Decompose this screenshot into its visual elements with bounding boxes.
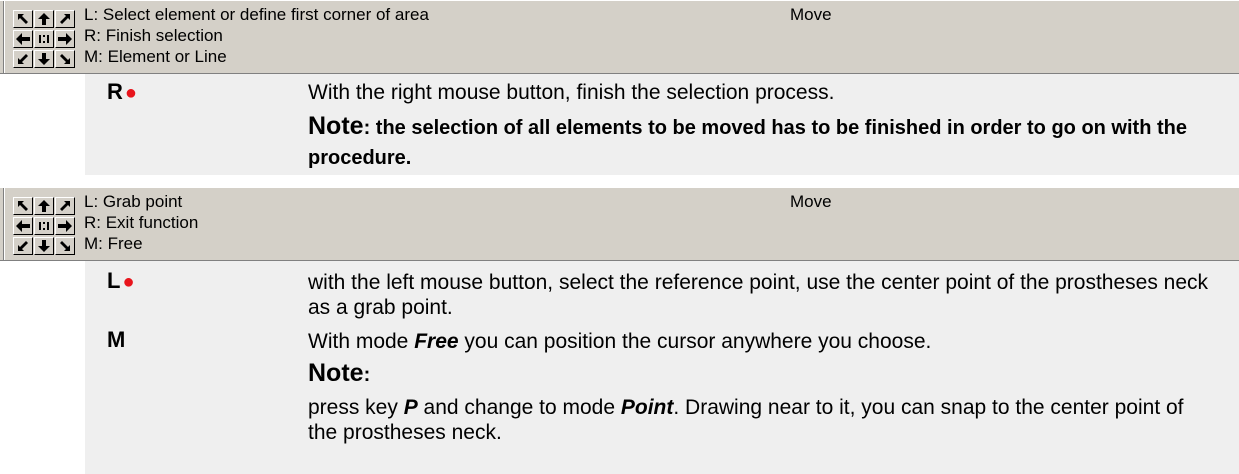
arrow-left-icon[interactable] [13, 217, 33, 235]
arrow-up-right-icon[interactable] [55, 10, 75, 28]
step-r-text: With the right mouse button, finish the … [308, 81, 835, 104]
toolbar-edge-highlight [4, 188, 5, 260]
step-key-l: L ● [107, 268, 135, 294]
arrow-up-left-icon[interactable] [13, 197, 33, 215]
mode-point: Point [620, 396, 674, 419]
arrow-down-icon[interactable] [34, 50, 54, 68]
step-key-m: M [107, 327, 125, 353]
arrow-up-right-icon[interactable] [55, 197, 75, 215]
hint-right: R: Exit function [84, 213, 199, 232]
center-icon[interactable] [34, 217, 54, 235]
arrow-up-icon[interactable] [34, 10, 54, 28]
arrow-right-icon[interactable] [55, 30, 75, 48]
mode-free: Free [414, 330, 459, 353]
text-after: you can position the cursor anywhere you… [458, 330, 932, 353]
toolbar-title: Move [790, 192, 832, 211]
arrow-down-right-icon[interactable] [55, 237, 75, 255]
move-toolbar-2: L: Grab point R: Exit function M: Free M… [0, 187, 1239, 261]
step-m-note-head: Note: [308, 358, 1218, 390]
hint-left: L: Grab point [84, 192, 183, 211]
note-label: Note [308, 112, 364, 140]
arrow-right-icon[interactable] [55, 217, 75, 235]
key-letter: L [107, 268, 121, 293]
arrow-up-icon[interactable] [34, 197, 54, 215]
key-letter: R [107, 79, 123, 104]
toolbar-edge-highlight [4, 1, 5, 73]
move-toolbar-1: L: Select element or define first corner… [0, 0, 1239, 74]
step-r-note: Note: the selection of all elements to b… [308, 111, 1218, 173]
hint-middle: M: Element or Line [84, 47, 227, 66]
arrow-down-icon[interactable] [34, 237, 54, 255]
arrow-up-left-icon[interactable] [13, 10, 33, 28]
hint-middle: M: Free [84, 234, 143, 253]
arrow-left-icon[interactable] [13, 30, 33, 48]
step-m-note-text: press key P and change to mode Point. Dr… [308, 395, 1218, 445]
step-key-r: R ● [107, 79, 137, 105]
hint-left: L: Select element or define first corner… [84, 5, 429, 24]
arrow-down-right-icon[interactable] [55, 50, 75, 68]
press-before: press key [308, 396, 404, 419]
step-m-text: With mode Free you can position the curs… [308, 329, 1218, 354]
hint-right: R: Finish selection [84, 26, 223, 45]
direction-pad [13, 10, 76, 68]
bullet-icon: ● [124, 82, 137, 104]
arrow-down-left-icon[interactable] [13, 50, 33, 68]
center-icon[interactable] [34, 30, 54, 48]
bullet-icon: ● [122, 271, 135, 293]
mouse-hints: L: Select element or define first corner… [84, 4, 429, 67]
note-colon: : [363, 364, 371, 386]
direction-pad [13, 197, 76, 255]
note-label: Note [308, 359, 364, 387]
text-before: With mode [308, 330, 415, 353]
mouse-hints: L: Grab point R: Exit function M: Free [84, 191, 198, 254]
arrow-down-left-icon[interactable] [13, 237, 33, 255]
press-mid: and change to mode [417, 396, 621, 419]
step-l-text: with the left mouse button, select the r… [308, 271, 1209, 319]
note-text: : the selection of all elements to be mo… [308, 117, 1187, 169]
key-letter: M [107, 327, 126, 352]
key-p: P [403, 396, 418, 419]
toolbar-title: Move [790, 5, 832, 24]
